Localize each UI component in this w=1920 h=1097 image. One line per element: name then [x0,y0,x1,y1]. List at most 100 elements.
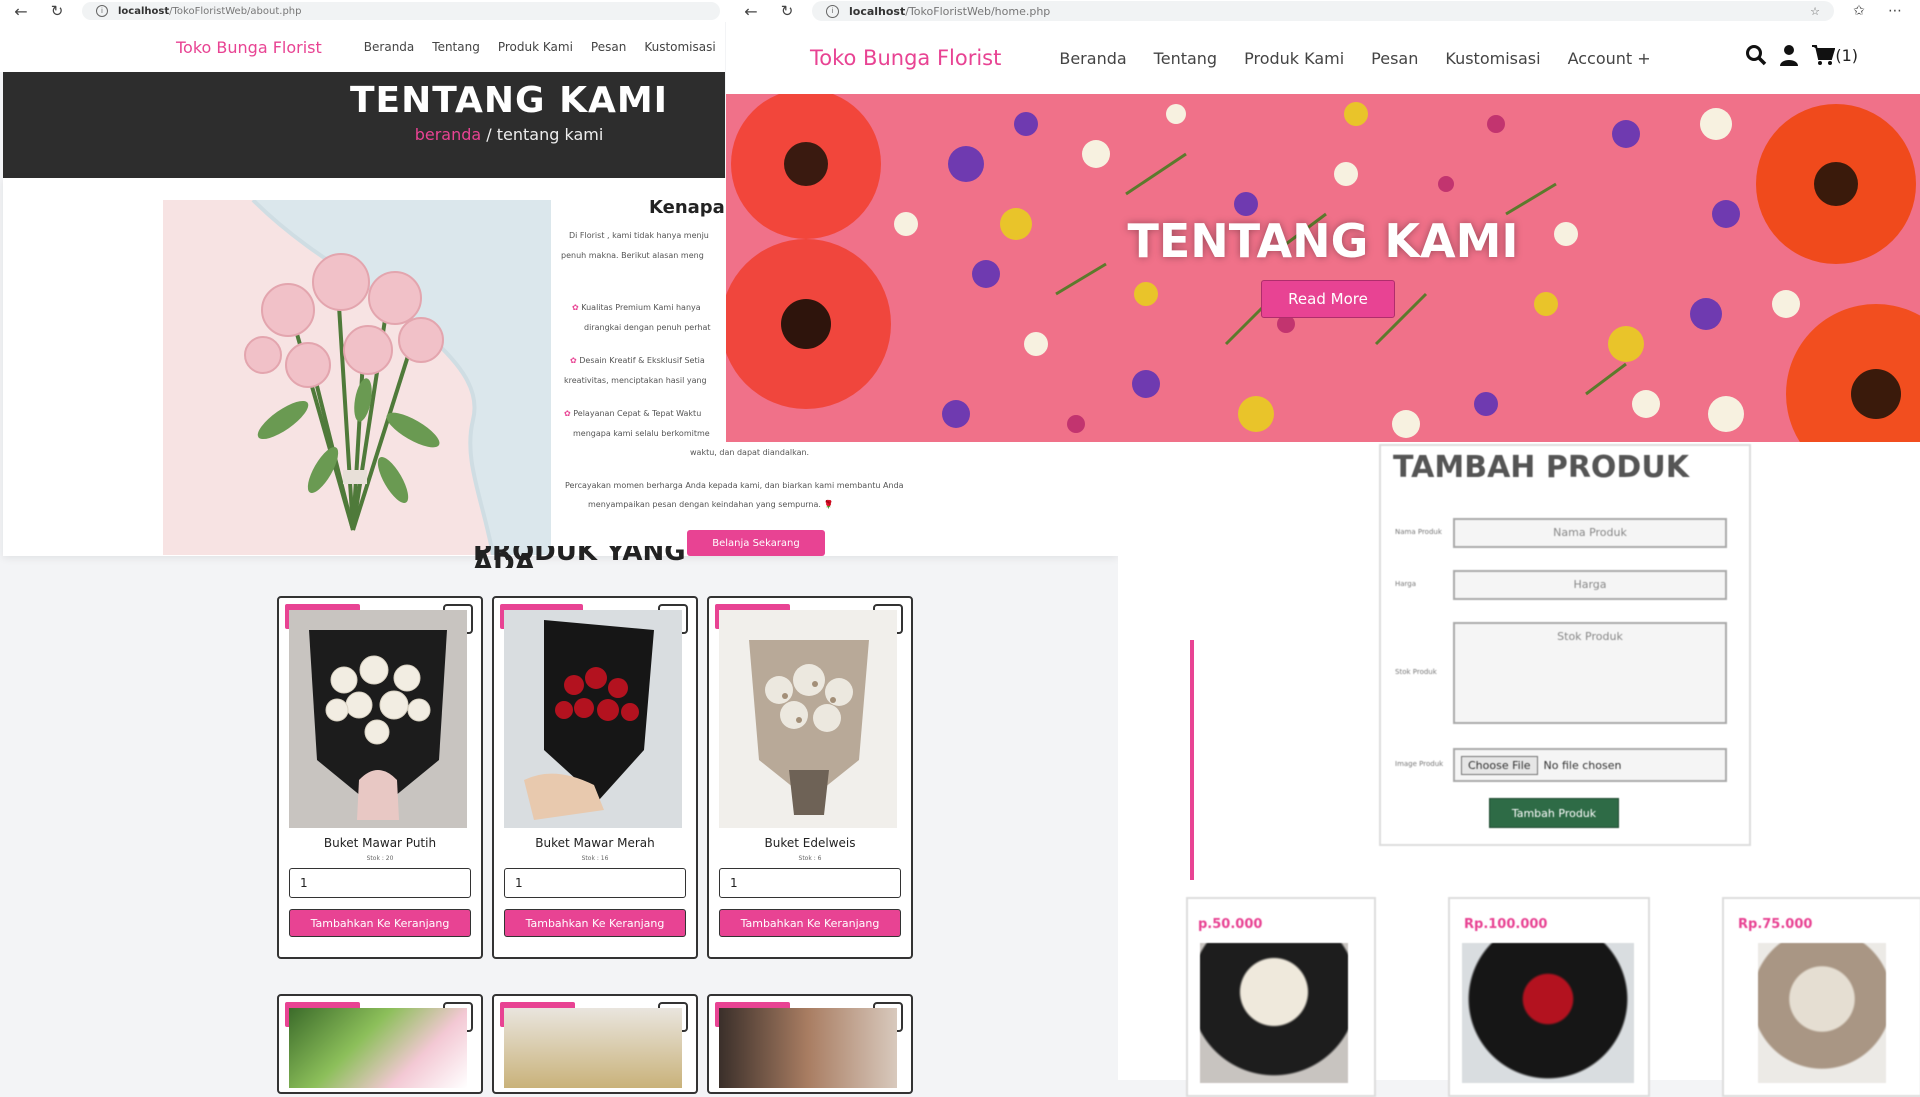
product-image [289,1008,467,1088]
left-page-header: TENTANG KAMI beranda / tentang kami [3,72,725,178]
product-name: Buket Edelweis [764,836,856,850]
flower-icon: ✿ [564,409,571,418]
quantity-input[interactable]: 1 [504,868,686,898]
price-label: Rp.100.000 [1464,917,1548,932]
site-info-icon[interactable]: i [826,4,839,18]
nav-pesan[interactable]: Pesan [1371,49,1418,68]
product-card: Rp.35000 [277,994,483,1094]
right-nav-links: Beranda Tentang Produk Kami Pesan Kustom… [1059,49,1650,68]
product-stock: Stok : 20 [366,855,394,862]
add-to-cart-button[interactable]: Tambahkan Ke Keranjang [289,909,471,937]
closing-text-2: menyampaikan pesan dengan keindahan yang… [588,500,834,509]
scroll-indicator[interactable] [1190,640,1194,880]
products-section-title: PRODUK YANG ADA [473,546,686,568]
nav-pesan[interactable]: Pesan [591,40,626,54]
url-path: /TokoFloristWeb/home.php [905,4,1051,18]
label-nama-produk: Nama Produk [1395,528,1442,536]
product-card: p.50.000 [1186,897,1376,1097]
point-3-desc: mengapa kami selalu berkomitme [573,429,710,438]
star-icon[interactable]: ☆ [1810,5,1820,18]
quantity-input[interactable]: 1 [719,868,901,898]
product-image [719,610,897,828]
about-text-2: penuh makna. Berikut alasan meng [561,251,704,260]
site-info-icon[interactable]: i [96,5,108,17]
breadcrumb-current: / tentang kami [481,125,604,144]
point-1-desc: dirangkai dengan penuh perhat [584,323,711,332]
nav-kustomisasi[interactable]: Kustomisasi [644,40,715,54]
hero-flowers-image [726,94,1920,442]
nav-tentang[interactable]: Tentang [432,40,480,54]
product-name: Buket Mawar Merah [535,836,655,850]
product-card: Rp.100.000 [1448,897,1650,1097]
product-image [504,1008,682,1088]
product-image [1462,943,1634,1083]
choose-file-button[interactable]: Choose File [1461,755,1538,775]
about-image [163,200,551,555]
back-arrow-icon[interactable]: ← [10,0,32,22]
reload-icon[interactable]: ↻ [46,0,68,22]
point-2: ✿ Desain Kreatif & Eksklusif Setia [570,356,705,365]
nav-produk-kami[interactable]: Produk Kami [1244,49,1344,68]
product-card: Rp.100000 Buket Mawar Merah Stok : 16 1 … [492,596,698,959]
product-image [719,1008,897,1088]
add-product-button[interactable]: Tambah Produk [1489,798,1619,828]
product-name-input[interactable]: Nama Produk [1453,518,1727,548]
left-browser-toolbar: ← ↻ i localhost/TokoFloristWeb/about.php [0,0,730,22]
breadcrumb-home-link[interactable]: beranda [415,125,481,144]
right-browser-toolbar: ← ↻ i localhost/TokoFloristWeb/home.php … [726,0,1920,22]
flower-icon: ✿ [570,356,577,365]
url-host: localhost [118,5,170,17]
product-card: Rp.75.000 [1722,897,1920,1097]
add-to-cart-button[interactable]: Tambahkan Ke Keranjang [719,909,901,937]
product-name: Buket Mawar Putih [323,836,437,850]
reload-icon[interactable]: ↻ [776,0,798,22]
search-icon[interactable] [1745,44,1767,66]
product-image [289,610,467,828]
add-to-cart-button[interactable]: Tambahkan Ke Keranjang [504,909,686,937]
point-2-desc: kreativitas, menciptakan hasil yang [564,376,707,385]
form-title: TAMBAH PRODUK [1393,450,1689,485]
nav-kustomisasi[interactable]: Kustomisasi [1445,49,1540,68]
nav-icons: (1) [1745,44,1858,66]
left-nav-links: Beranda Tentang Produk Kami Pesan Kustom… [364,40,716,54]
product-card: Rp.75000 Buket Edelweis Stok : 6 1 Tamba… [707,596,913,959]
cart-link[interactable]: (1) [1811,44,1858,66]
flower-icon: ✿ [572,303,579,312]
extensions-icon[interactable]: ✩ [1848,0,1870,22]
nav-produk-kami[interactable]: Produk Kami [498,40,573,54]
back-arrow-icon[interactable]: ← [740,0,762,22]
brand-logo[interactable]: Toko Bunga Florist [176,38,322,57]
file-status: No file chosen [1543,758,1622,772]
image-file-input[interactable]: Choose File No file chosen [1453,748,1727,782]
left-address-bar[interactable]: i localhost/TokoFloristWeb/about.php [82,2,720,20]
nav-account[interactable]: Account + [1568,49,1651,68]
stock-textarea[interactable]: Stok Produk [1453,622,1727,724]
product-card: Rp.50000 [707,994,913,1094]
point-3: ✿ Pelayanan Cepat & Tepat Waktu [564,409,701,418]
price-input[interactable]: Harga [1453,570,1727,600]
nav-beranda[interactable]: Beranda [1059,49,1126,68]
product-card: Rp.50000 Buket Mawar Putih Stok : 20 1 T… [277,596,483,959]
hero-banner: TENTANG KAMI Read More [726,94,1920,442]
product-image [1200,943,1348,1083]
cart-icon [1812,45,1836,65]
product-stock: Stok : 16 [581,855,609,862]
url-host: localhost [849,4,906,18]
read-more-button[interactable]: Read More [1261,280,1395,318]
label-image: Image Produk [1395,760,1444,768]
point-1: ✿ Kualitas Premium Kami hanya [572,303,701,312]
right-address-bar[interactable]: i localhost/TokoFloristWeb/home.php ☆ [812,1,1834,21]
nav-tentang[interactable]: Tentang [1154,49,1217,68]
price-label: Rp.75.000 [1738,917,1813,932]
nav-beranda[interactable]: Beranda [364,40,414,54]
user-icon[interactable] [1779,44,1799,66]
quantity-input[interactable]: 1 [289,868,471,898]
more-menu-icon[interactable]: ⋯ [1884,0,1906,22]
product-stock: Stok : 6 [798,855,822,862]
right-site-navbar: Toko Bunga Florist Beranda Tentang Produ… [726,22,1920,94]
brand-logo[interactable]: Toko Bunga Florist [810,46,1001,70]
price-label: p.50.000 [1198,917,1263,932]
point-1-title: Kualitas Premium Kami hanya [581,303,701,312]
add-product-form: TAMBAH PRODUK Nama Produk Nama Produk Ha… [1379,444,1751,846]
url-path: /TokoFloristWeb/about.php [169,5,302,17]
